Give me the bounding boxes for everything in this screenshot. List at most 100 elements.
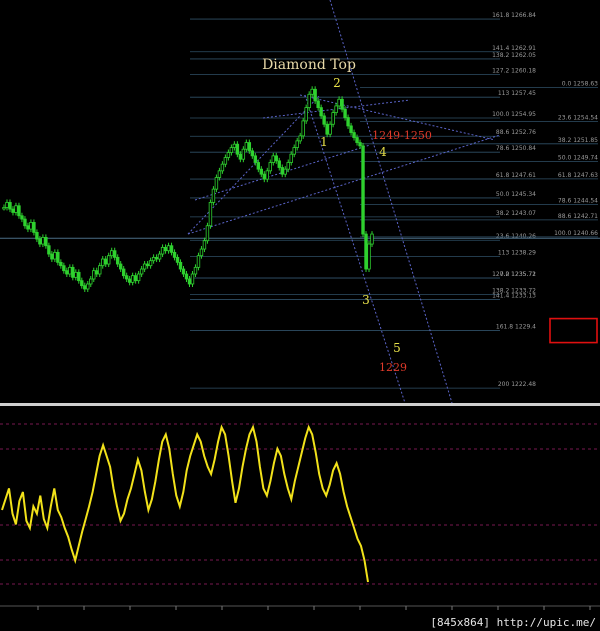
candle: [89, 278, 93, 285]
candle: [289, 153, 293, 163]
wave-label-2: 2: [333, 76, 341, 90]
candle: [184, 273, 189, 280]
fib-level-label: 61.8 1247.61: [496, 172, 536, 179]
candle: [328, 123, 332, 135]
fib-level-label: 138.2 1262.05: [492, 52, 536, 59]
fib-level-label: 141.4 1233.13: [492, 293, 536, 300]
candle: [262, 173, 266, 180]
candle: [190, 273, 195, 285]
oscillator-line: [1, 424, 369, 583]
candle: [331, 112, 335, 125]
candle: [98, 265, 102, 275]
target-zone-label: 1229: [379, 361, 407, 374]
candle: [29, 222, 33, 230]
price-chart: 161.8 1266.84 141.4 1262.91138.2 1262.05 1…: [0, 0, 600, 610]
candle: [277, 160, 281, 168]
candle: [304, 107, 308, 122]
candle: [337, 98, 341, 107]
candle: [202, 240, 207, 250]
candle: [11, 208, 15, 213]
fib-level-label: 200 1222.48: [498, 381, 536, 388]
candle: [104, 258, 108, 265]
candle: [59, 261, 63, 267]
fib-level-label: 23.6 1254.54: [558, 114, 598, 121]
fib-level-label: 161.8 1266.84: [492, 12, 536, 19]
candle: [211, 188, 216, 203]
candle: [35, 232, 39, 240]
chart-canvas: 161.8 1266.84 141.4 1262.91 138.2 1262.05 1…: [0, 0, 600, 631]
candle: [121, 268, 126, 277]
candle: [208, 202, 213, 227]
fib-level-label: 127.2 1235.71: [492, 271, 536, 278]
candle: [23, 218, 27, 227]
candle: [364, 233, 368, 270]
candle: [14, 205, 18, 213]
candle: [38, 238, 42, 245]
fib-level-label: 88.6 1242.71: [558, 213, 598, 220]
candle: [68, 266, 72, 275]
candle: [62, 265, 66, 272]
candle: [196, 255, 201, 268]
candle: [265, 170, 269, 180]
candle: [2, 207, 6, 210]
fib-level-label: 38.2 1251.85: [558, 137, 598, 144]
candle: [145, 263, 150, 267]
candle: [361, 145, 365, 235]
candle: [163, 246, 168, 252]
candle: [169, 245, 174, 253]
candle: [44, 236, 48, 247]
fib-level-label: 141.4 1262.91: [492, 45, 536, 52]
candle: [71, 266, 75, 278]
candle: [301, 120, 305, 137]
candle: [232, 143, 237, 148]
candle: [5, 202, 9, 208]
candle: [26, 225, 30, 230]
candle: [298, 135, 302, 142]
candle: [178, 261, 183, 270]
candle: [199, 248, 204, 257]
candle: [50, 253, 54, 260]
candle: [47, 245, 51, 255]
fib-level-label: 50.0 1245.34: [496, 191, 536, 198]
candle: [307, 93, 311, 108]
candle: [355, 137, 359, 143]
candle: [247, 142, 252, 152]
candle: [235, 143, 240, 155]
candle: [310, 88, 314, 95]
candle: [86, 283, 90, 290]
fib-level-label: 100.0 1240.66: [554, 230, 598, 237]
wave-label-3: 3: [362, 293, 370, 307]
candle: [110, 250, 114, 257]
candle: [142, 263, 147, 270]
candle: [346, 117, 350, 127]
fib-level-label: 50.0 1249.74: [558, 154, 598, 161]
candle: [322, 115, 326, 125]
candle: [65, 270, 69, 275]
candle: [280, 167, 284, 175]
candle: [127, 278, 132, 283]
candle: [241, 148, 246, 160]
fib-level-label: 113 1257.45: [498, 90, 536, 97]
candle: [92, 270, 96, 280]
candle: [316, 100, 320, 108]
candle: [193, 266, 198, 275]
candle: [133, 275, 138, 282]
fib-level-label: 61.8 1247.63: [558, 172, 598, 179]
candle: [151, 256, 156, 262]
chart-title: Diamond Top: [262, 57, 356, 73]
candle: [20, 215, 24, 220]
candle: [334, 105, 338, 113]
image-host-caption: [845x864] http://upic.me/: [430, 616, 596, 629]
candle: [343, 108, 347, 118]
candle: [56, 251, 60, 263]
candle: [367, 243, 371, 270]
candle: [238, 153, 243, 160]
candle: [95, 270, 99, 275]
fib-level-label: 78.6 1244.54: [558, 198, 598, 205]
candle: [220, 163, 225, 172]
candle: [319, 107, 323, 117]
candle: [205, 225, 210, 242]
candle: [172, 251, 177, 258]
candle: [32, 222, 36, 233]
candle: [223, 157, 228, 165]
